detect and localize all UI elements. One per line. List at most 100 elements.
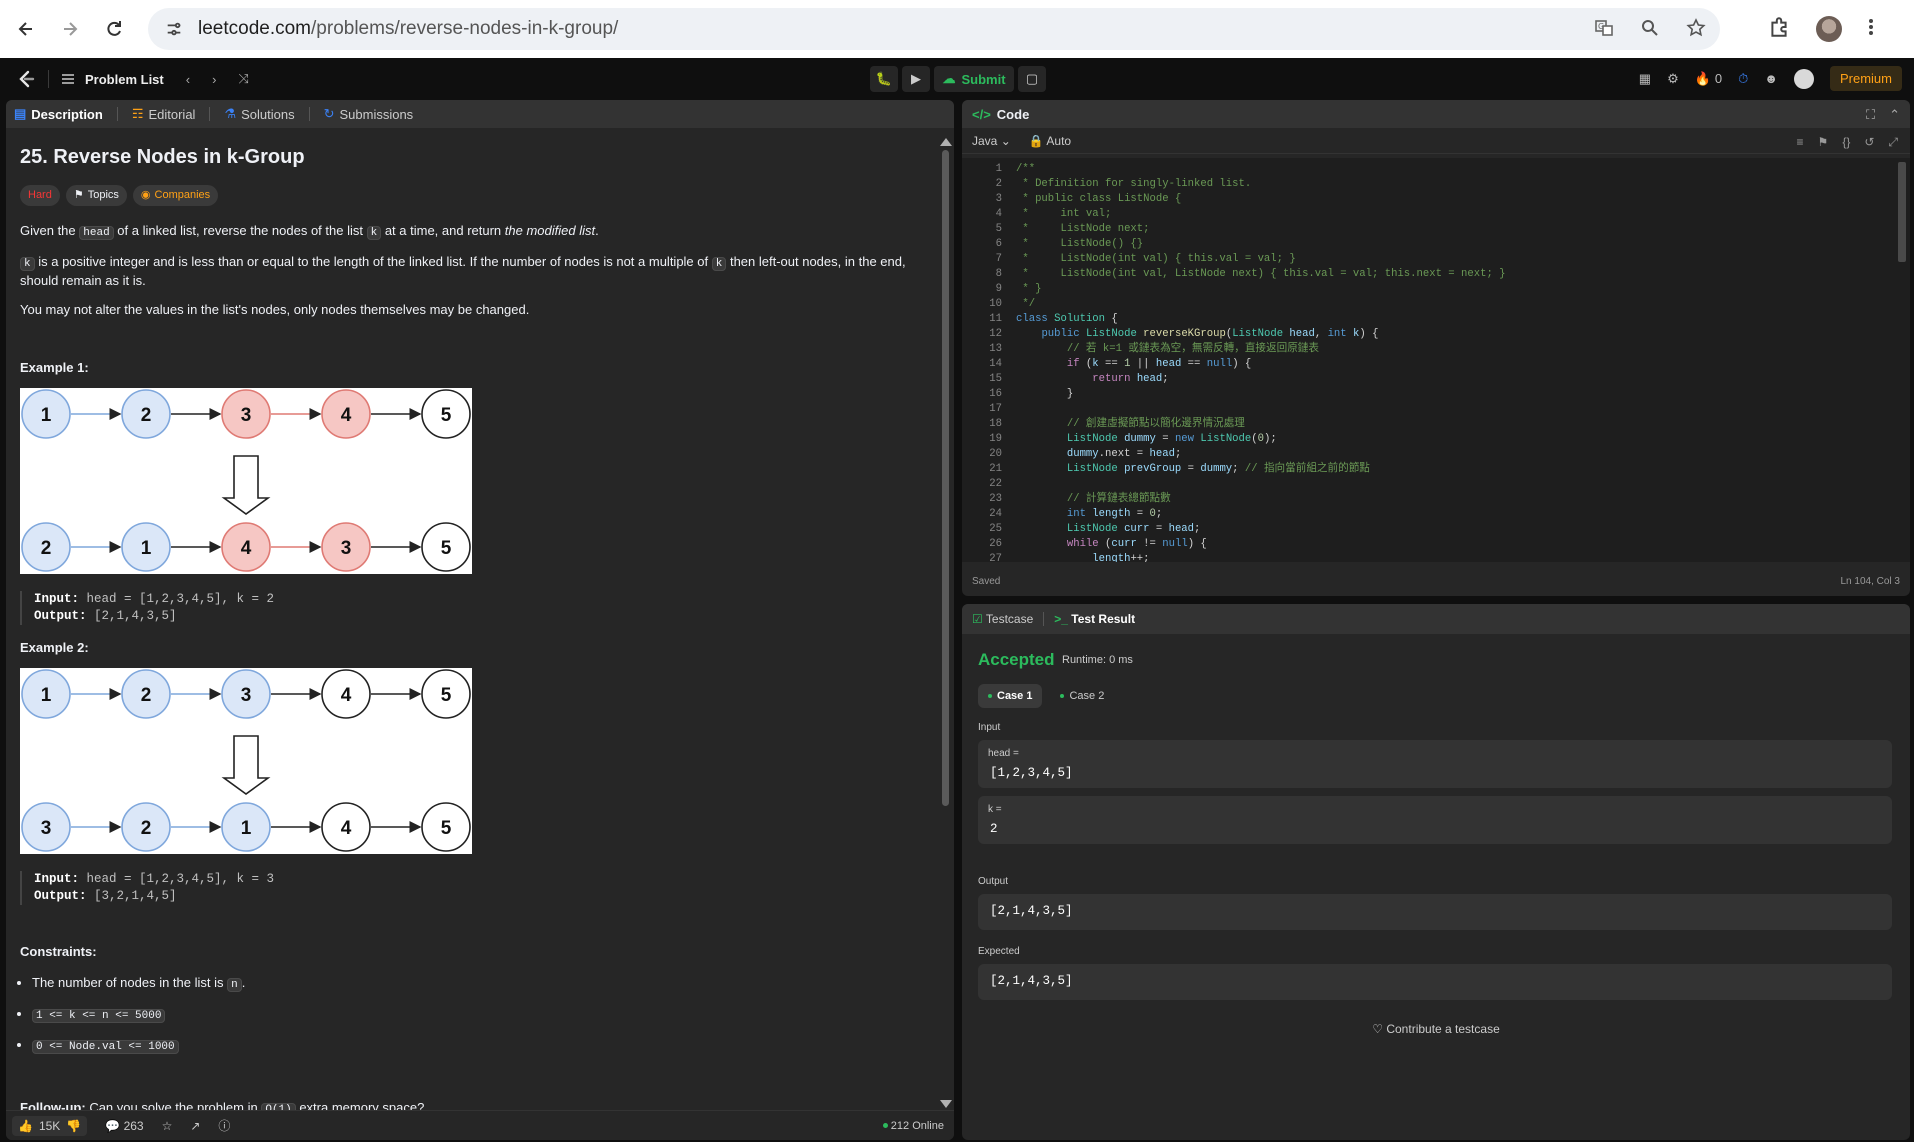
streak-counter[interactable]: 🔥 0: [1695, 71, 1722, 87]
code-editor[interactable]: 1 /** 2 * Definition for singly-linked lis…: [962, 158, 1910, 562]
problem-tags: Hard ⚑ Topics ◉ Companies: [20, 185, 930, 206]
constraints-list: The number of nodes in the list is n. 1 …: [20, 974, 930, 1055]
language-select[interactable]: Java ⌄: [972, 134, 1011, 148]
fullscreen-icon[interactable]: ⤢: [1888, 135, 1898, 150]
node-value: 2: [141, 685, 152, 706]
node-value: 4: [341, 818, 352, 839]
node-value: 1: [141, 538, 152, 559]
forward-icon[interactable]: [52, 11, 88, 47]
code-text: ListNode dummy = new ListNode(0);: [1066, 433, 1277, 445]
description-panel: ▤ Description ☶ Editorial ⚗ Solutions ↻ Subm…: [6, 100, 954, 1140]
braces-icon[interactable]: {}: [1842, 135, 1850, 150]
add-collaborator-icon[interactable]: ☻: [1764, 71, 1778, 86]
line-number: 20: [989, 448, 1002, 460]
tab-description[interactable]: ▤ Description: [14, 106, 103, 122]
prev-problem-icon[interactable]: ‹: [186, 72, 190, 87]
profile-avatar[interactable]: [1816, 16, 1842, 42]
thumbs-down-icon[interactable]: 👎: [66, 1119, 81, 1133]
address-bar[interactable]: leetcode.com/problems/reverse-nodes-in-k…: [148, 8, 1720, 50]
paragraph-1: Given the head of a linked list, reverse…: [20, 222, 599, 240]
debug-button[interactable]: 🐛: [870, 66, 898, 92]
leetcode-navbar: Problem List ‹ › ⤨ 🐛 ▶ ☁ Submit ▢ ▦ ⚙ 🔥 0 …: [0, 58, 1914, 100]
bookmark-icon[interactable]: ⚑: [1818, 135, 1829, 150]
share-icon[interactable]: ↗: [190, 1119, 200, 1133]
collapse-icon[interactable]: ⌃: [1889, 107, 1900, 123]
cursor-position: Ln 104, Col 3: [1840, 575, 1901, 587]
line-number: 2: [995, 178, 1002, 190]
code-panel-header: </> Code ⛶ ⌃: [962, 100, 1910, 128]
next-problem-icon[interactable]: ›: [212, 72, 216, 87]
extensions-icon[interactable]: [1768, 16, 1790, 43]
shuffle-icon[interactable]: ⤨: [238, 71, 248, 87]
thumbs-up-icon[interactable]: 👍: [18, 1119, 33, 1133]
scroll-up-arrow[interactable]: [940, 138, 952, 146]
companies-tag[interactable]: ◉ Companies: [132, 185, 219, 206]
example-2-title: Example 2:: [20, 639, 89, 655]
description-scrollbar[interactable]: [940, 138, 952, 1108]
head-input-box[interactable]: head = [1,2,3,4,5]: [978, 740, 1892, 788]
description-footer: 👍 15K 👎 💬 263 ☆ ↗ ⓘ 212 Online: [6, 1110, 954, 1140]
auto-mode[interactable]: 🔒 Auto: [1029, 134, 1071, 148]
format-icon[interactable]: ≡: [1797, 135, 1804, 150]
bookmark-star-icon[interactable]: [1684, 16, 1708, 40]
tab-test-result[interactable]: >_ Test Result: [1054, 612, 1135, 626]
comments-button[interactable]: 💬 263: [105, 1119, 143, 1133]
tab-editorial[interactable]: ☶ Editorial: [132, 106, 196, 122]
example-1-title: Example 1:: [20, 359, 89, 375]
leetcode-logo-icon[interactable]: [16, 69, 36, 89]
run-button[interactable]: ▶: [902, 66, 930, 92]
translate-icon[interactable]: G: [1592, 16, 1616, 40]
premium-button[interactable]: Premium: [1829, 66, 1902, 91]
site-settings-icon[interactable]: [162, 17, 186, 41]
reset-icon[interactable]: ↺: [1864, 135, 1874, 150]
node-value: 2: [141, 818, 152, 839]
k-input-box[interactable]: k = 2: [978, 796, 1892, 844]
submit-button[interactable]: ☁ Submit: [934, 66, 1014, 92]
problem-list-link[interactable]: Problem List ‹ › ⤨: [61, 71, 249, 87]
problem-title[interactable]: 25. Reverse Nodes in k-Group: [20, 144, 930, 171]
transform-arrow: [221, 735, 271, 796]
vote-buttons[interactable]: 👍 15K 👎: [12, 1115, 88, 1136]
scroll-down-arrow[interactable]: [940, 1100, 952, 1108]
line-number: 9: [995, 283, 1002, 295]
fire-icon: 🔥: [1694, 70, 1711, 86]
description-tabs: ▤ Description ☶ Editorial ⚗ Solutions ↻ Subm…: [6, 100, 954, 128]
scroll-thumb[interactable]: [942, 150, 949, 806]
case-1-tab[interactable]: Case 1: [978, 684, 1043, 708]
node-value: 3: [241, 405, 252, 426]
user-avatar[interactable]: [1793, 68, 1814, 89]
back-icon[interactable]: [8, 11, 44, 47]
timer-icon[interactable]: ⏱: [1738, 71, 1748, 87]
play-icon: ▶: [911, 71, 921, 86]
inline-code: k: [20, 256, 35, 271]
node-value: 1: [41, 685, 52, 706]
tab-solutions[interactable]: ⚗ Solutions: [224, 106, 294, 122]
tab-testcase[interactable]: ☑ Testcase: [972, 612, 1033, 626]
code-text: int length = 0;: [1066, 508, 1163, 520]
help-icon[interactable]: ⓘ: [218, 1117, 230, 1134]
contribute-testcase-link[interactable]: ♡ Contribute a testcase: [962, 1022, 1910, 1036]
case-tabs: Case 1 Case 2: [978, 684, 1114, 708]
code-text: }: [1016, 388, 1074, 400]
case-2-tab[interactable]: Case 2: [1050, 684, 1114, 708]
editor-scrollbar[interactable]: [1898, 162, 1906, 262]
tab-code[interactable]: Code: [997, 107, 1030, 122]
reload-icon[interactable]: [96, 11, 132, 47]
settings-gear-icon[interactable]: ⚙: [1667, 71, 1679, 87]
example-1-io: Input: head = [1,2,3,4,5], k = 2 Output:…: [20, 590, 930, 625]
favorite-star-icon[interactable]: ☆: [162, 1119, 173, 1133]
layout-icon[interactable]: ▦: [1639, 71, 1651, 87]
zoom-icon[interactable]: [1638, 16, 1662, 40]
maximize-icon[interactable]: ⛶: [1866, 107, 1875, 123]
code-text: * ListNode(int val, ListNode next) { thi…: [1016, 268, 1506, 280]
code-text: ListNode curr = head;: [1066, 523, 1201, 535]
expected-label: Expected: [978, 946, 1020, 957]
tab-submissions[interactable]: ↻ Submissions: [324, 106, 414, 122]
example-2-diagram: 1 2 3 4 5 3 2 1 4 5: [20, 668, 472, 855]
menu-kebab-icon[interactable]: [1868, 17, 1874, 42]
url-text[interactable]: leetcode.com/problems/reverse-nodes-in-k…: [198, 18, 618, 40]
notes-button[interactable]: ▢: [1018, 66, 1046, 92]
divider: [48, 70, 49, 88]
topics-tag[interactable]: ⚑ Topics: [65, 185, 127, 206]
line-number: 21: [989, 463, 1002, 475]
